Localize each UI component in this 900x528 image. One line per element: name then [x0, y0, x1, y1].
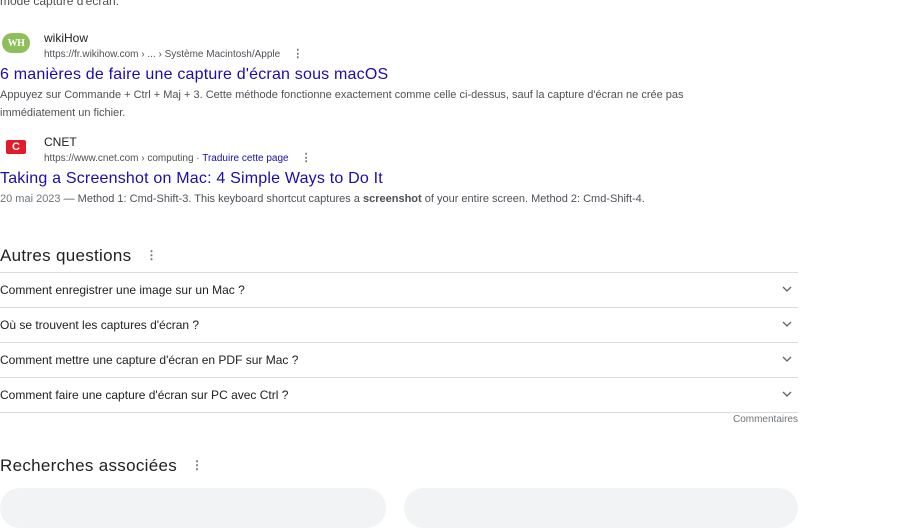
- more-vert-icon[interactable]: ⋮: [145, 248, 157, 262]
- paa-question[interactable]: Où se trouvent les captures d'écran ?: [0, 307, 798, 342]
- search-result-wikihow: WH wikiHow https://fr.wikihow.com › ... …: [0, 30, 760, 122]
- translate-page-link[interactable]: Traduire cette page: [202, 153, 288, 164]
- result-date: 20 mai 2023: [0, 193, 61, 205]
- result-title-link[interactable]: 6 manières de faire une capture d'écran …: [0, 66, 760, 84]
- more-vert-icon[interactable]: ⋮: [301, 151, 312, 164]
- more-vert-icon[interactable]: ⋮: [191, 458, 203, 472]
- site-url: https://www.cnet.com › computing · Tradu…: [44, 151, 312, 164]
- feedback-link[interactable]: Commentaires: [733, 414, 798, 425]
- paa-heading: Autres questions ⋮: [0, 246, 158, 265]
- search-results-page: mode capture d'écran. WH wikiHow https:/…: [0, 0, 900, 528]
- paa-question[interactable]: Comment faire une capture d'écran sur PC…: [0, 377, 798, 413]
- related-search-chip[interactable]: [0, 488, 386, 528]
- previous-snippet-fragment: mode capture d'écran.: [0, 0, 120, 8]
- site-name: CNET: [44, 135, 77, 149]
- result-source[interactable]: C CNET https://www.cnet.com › computing …: [0, 134, 760, 168]
- result-title-link[interactable]: Taking a Screenshot on Mac: 4 Simple Way…: [0, 170, 760, 188]
- cnet-favicon-icon: C: [2, 137, 30, 157]
- chevron-down-icon: [782, 391, 792, 399]
- site-name: wikiHow: [44, 31, 89, 45]
- related-searches-heading: Recherches associées ⋮: [0, 456, 204, 475]
- paa-question[interactable]: Comment enregistrer une image sur un Mac…: [0, 272, 798, 307]
- result-source[interactable]: WH wikiHow https://fr.wikihow.com › ... …: [0, 30, 760, 64]
- paa-question[interactable]: Comment mettre une capture d'écran en PD…: [0, 342, 798, 377]
- search-result-cnet: C CNET https://www.cnet.com › computing …: [0, 134, 760, 208]
- related-search-chip[interactable]: [404, 488, 798, 528]
- chevron-down-icon: [782, 356, 792, 364]
- chevron-down-icon: [782, 321, 792, 329]
- more-vert-icon[interactable]: ⋮: [292, 47, 303, 60]
- result-snippet: Appuyez sur Commande + Ctrl + Maj + 3. C…: [0, 89, 684, 119]
- paa-list: Comment enregistrer une image sur un Mac…: [0, 272, 798, 413]
- wikihow-favicon-icon: WH: [2, 33, 30, 53]
- chevron-down-icon: [782, 286, 792, 294]
- site-url: https://fr.wikihow.com › ... › Système M…: [44, 47, 304, 60]
- result-snippet: 20 mai 2023 — Method 1: Cmd-Shift-3. Thi…: [0, 193, 645, 205]
